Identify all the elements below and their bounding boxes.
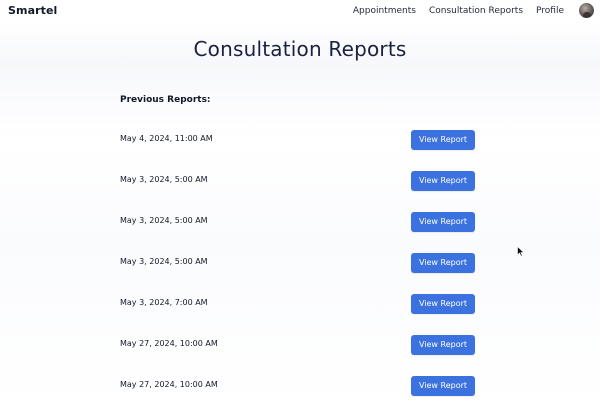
- report-date: May 4, 2024, 11:00 AM: [120, 134, 213, 143]
- nav-link-profile[interactable]: Profile: [536, 6, 564, 16]
- main-content: Consultation Reports Previous Reports: M…: [0, 22, 600, 405]
- report-date: May 27, 2024, 10:00 AM: [120, 339, 218, 348]
- nav-link-consultation-reports[interactable]: Consultation Reports: [429, 6, 523, 16]
- top-navbar: Smartel Appointments Consultation Report…: [0, 0, 600, 22]
- view-report-button[interactable]: View Report: [411, 212, 475, 232]
- view-report-button[interactable]: View Report: [411, 171, 475, 191]
- nav-links: Appointments Consultation Reports Profil…: [353, 6, 564, 16]
- report-row: May 27, 2024, 10:00 AM View Report: [0, 372, 600, 413]
- page-title: Consultation Reports: [193, 37, 407, 61]
- report-date: May 3, 2024, 7:00 AM: [120, 298, 208, 307]
- view-report-button[interactable]: View Report: [411, 130, 475, 150]
- report-date: May 3, 2024, 5:00 AM: [120, 216, 208, 225]
- report-row: May 3, 2024, 5:00 AM View Report: [0, 167, 600, 208]
- mouse-pointer-icon: [517, 246, 525, 257]
- brand-logo[interactable]: Smartel: [8, 4, 57, 17]
- report-row: May 4, 2024, 11:00 AM View Report: [0, 126, 600, 167]
- view-report-button[interactable]: View Report: [411, 335, 475, 355]
- view-report-button[interactable]: View Report: [411, 253, 475, 273]
- report-date: May 3, 2024, 5:00 AM: [120, 175, 208, 184]
- report-row: May 27, 2024, 10:00 AM View Report: [0, 331, 600, 372]
- avatar[interactable]: [579, 3, 594, 18]
- previous-reports-label: Previous Reports:: [120, 95, 211, 105]
- view-report-button[interactable]: View Report: [411, 294, 475, 314]
- report-row: May 3, 2024, 5:00 AM View Report: [0, 208, 600, 249]
- report-row: May 3, 2024, 5:00 AM View Report: [0, 249, 600, 290]
- view-report-button[interactable]: View Report: [411, 376, 475, 396]
- report-date: May 27, 2024, 10:00 AM: [120, 380, 218, 389]
- report-row: May 3, 2024, 7:00 AM View Report: [0, 290, 600, 331]
- nav-link-appointments[interactable]: Appointments: [353, 6, 416, 16]
- report-date: May 3, 2024, 5:00 AM: [120, 257, 208, 266]
